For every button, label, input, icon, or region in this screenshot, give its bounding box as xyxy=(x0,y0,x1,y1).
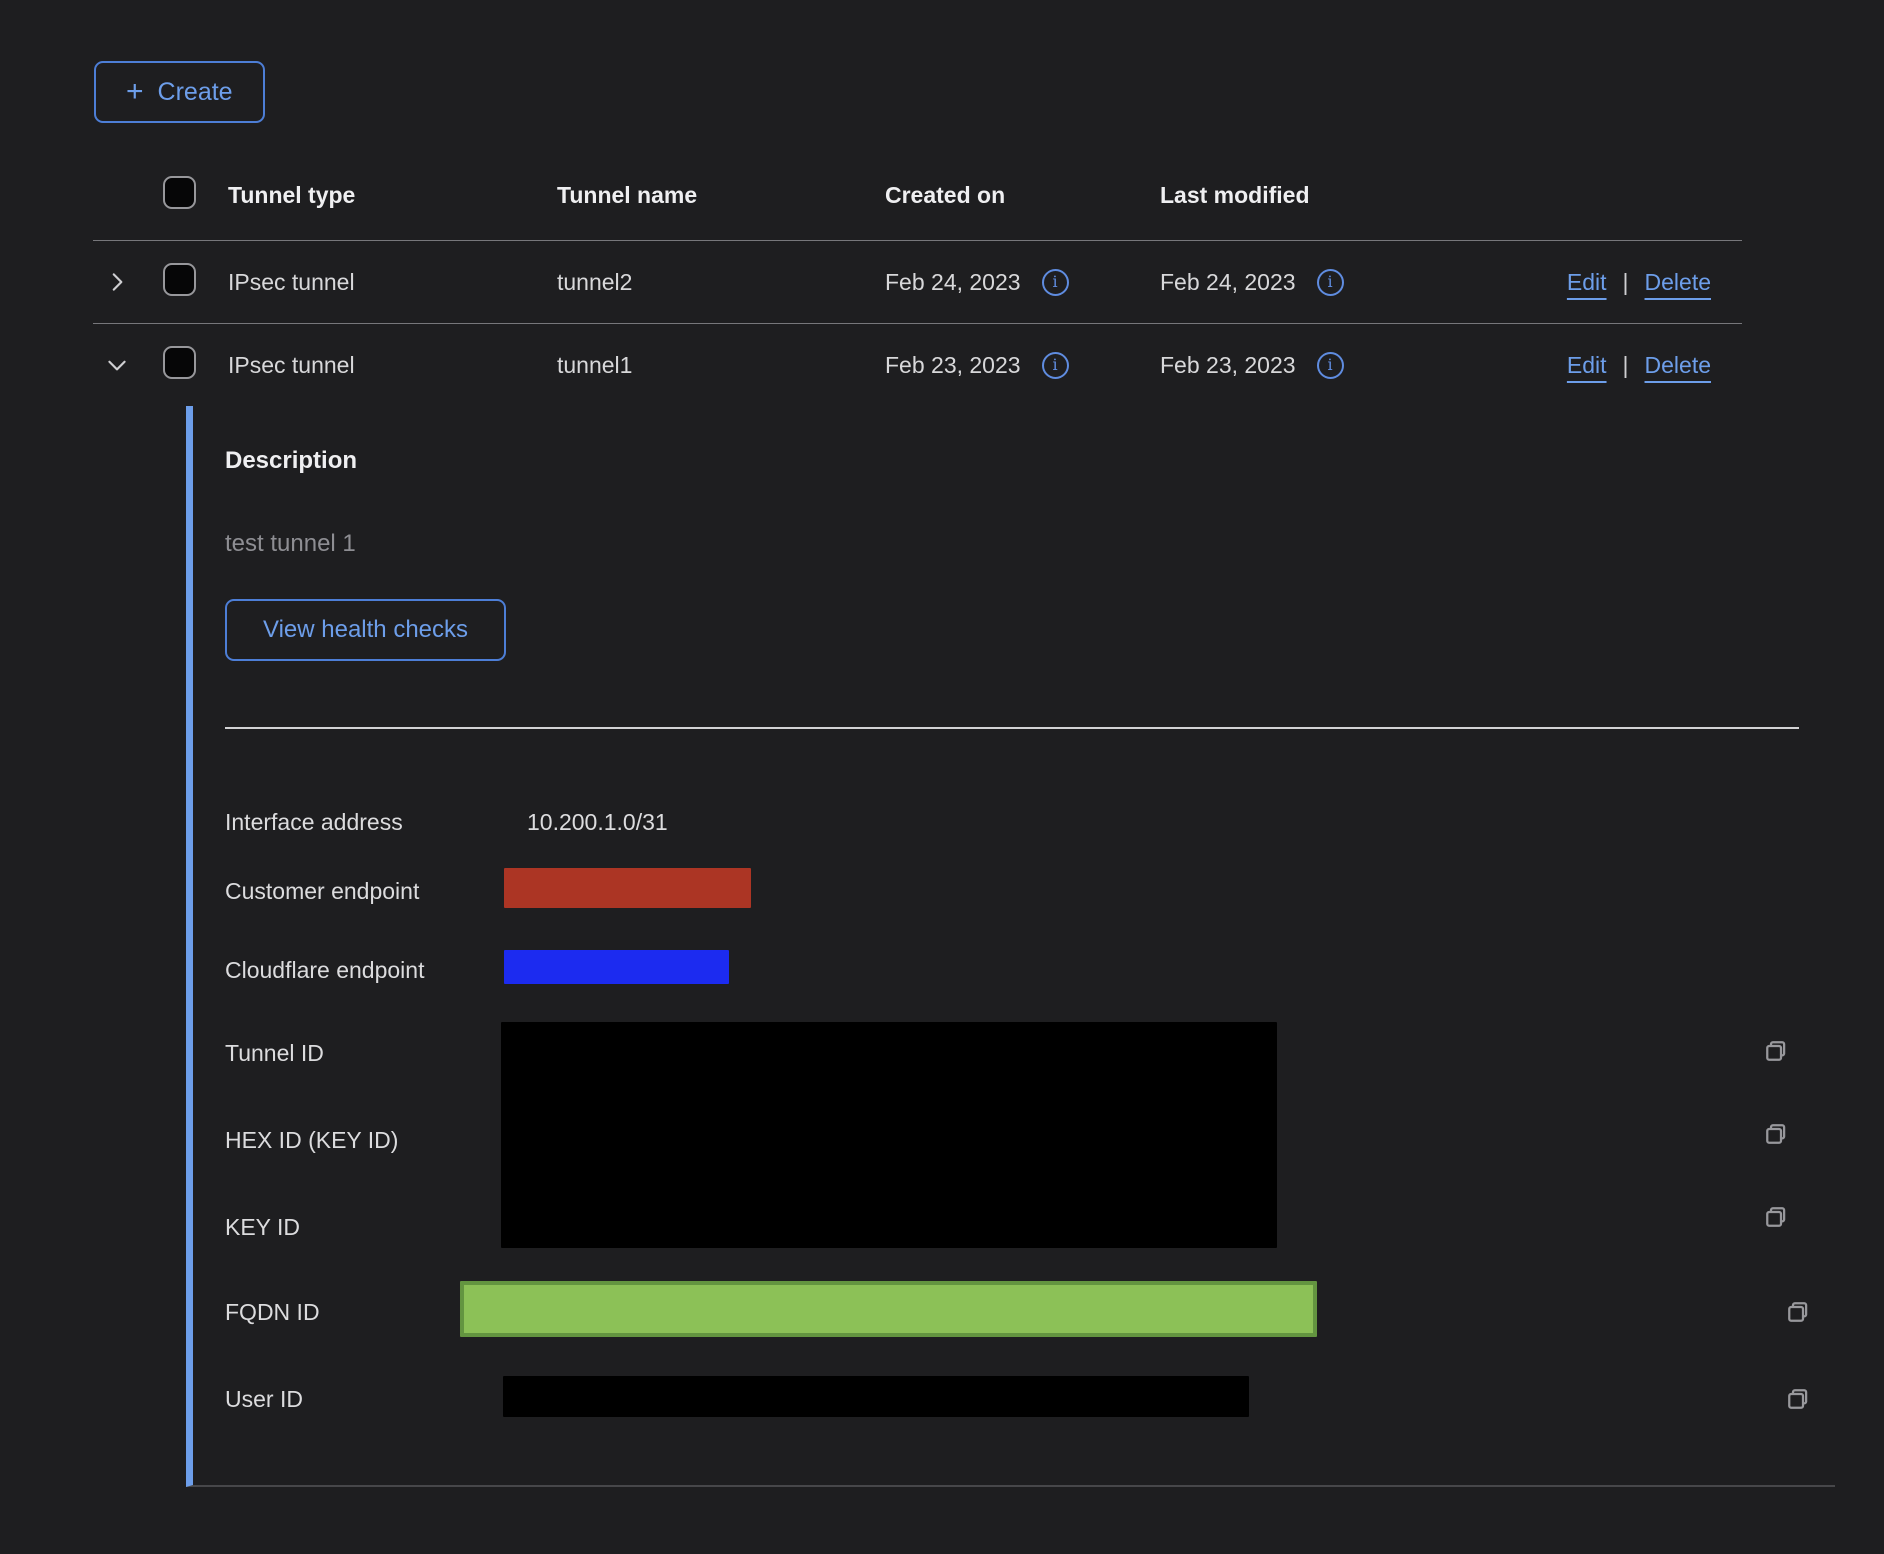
copy-tunnel-id-button[interactable] xyxy=(1761,1036,1791,1066)
detail-row-interface-address: Interface address 10.200.1.0/31 xyxy=(225,799,1835,845)
id-copy-buttons xyxy=(1761,1022,1835,1299)
tunnels-page: + Create Tunnel type Tunnel name Created… xyxy=(0,0,1884,1554)
description-value: test tunnel 1 xyxy=(225,529,1835,559)
customer-endpoint-redaction xyxy=(504,868,751,908)
copy-icon xyxy=(1761,1202,1791,1232)
user-id-label: User ID xyxy=(225,1384,501,1414)
created-on-cell: Feb 23, 2023 i xyxy=(885,352,1160,379)
select-all-checkbox[interactable] xyxy=(163,176,196,209)
tunnel-name-cell: tunnel2 xyxy=(557,269,885,296)
interface-address-label: Interface address xyxy=(225,807,501,837)
id-labels: Tunnel ID HEX ID (KEY ID) KEY ID xyxy=(225,1022,501,1299)
copy-icon xyxy=(1783,1297,1813,1327)
view-health-checks-button[interactable]: View health checks xyxy=(225,599,506,661)
header-tunnel-type: Tunnel type xyxy=(228,182,557,209)
ids-redaction xyxy=(501,1022,1277,1248)
chevron-down-icon xyxy=(104,352,130,378)
created-on-date: Feb 24, 2023 xyxy=(885,269,1021,296)
last-modified-date: Feb 24, 2023 xyxy=(1160,269,1296,296)
info-icon[interactable]: i xyxy=(1317,269,1344,296)
tunnel-type-cell: IPsec tunnel xyxy=(228,352,557,379)
action-separator: | xyxy=(1623,269,1629,296)
copy-key-id-button[interactable] xyxy=(1761,1202,1791,1232)
action-separator: | xyxy=(1623,352,1629,379)
expand-row-button[interactable] xyxy=(93,241,140,323)
copy-fqdn-id-button[interactable] xyxy=(1761,1297,1835,1327)
tunnel-details: Interface address 10.200.1.0/31 Customer… xyxy=(225,799,1835,1417)
interface-address-value: 10.200.1.0/31 xyxy=(501,809,1761,836)
row-actions: Edit | Delete xyxy=(1567,269,1742,296)
cloudflare-endpoint-redaction xyxy=(504,950,729,984)
cloudflare-endpoint-label: Cloudflare endpoint xyxy=(225,955,501,985)
user-id-redaction xyxy=(503,1376,1249,1417)
copy-icon xyxy=(1761,1119,1791,1149)
create-button[interactable]: + Create xyxy=(94,61,265,123)
key-id-label: KEY ID xyxy=(225,1212,501,1242)
created-on-date: Feb 23, 2023 xyxy=(885,352,1021,379)
row-checkbox[interactable] xyxy=(163,346,196,379)
detail-group-ids: Tunnel ID HEX ID (KEY ID) KEY ID xyxy=(225,1022,1835,1248)
header-created-on: Created on xyxy=(885,182,1160,209)
tunnels-table: Tunnel type Tunnel name Created on Last … xyxy=(93,150,1742,1487)
copy-icon xyxy=(1783,1384,1813,1414)
tunnel-type-cell: IPsec tunnel xyxy=(228,269,557,296)
last-modified-date: Feb 23, 2023 xyxy=(1160,352,1296,379)
last-modified-cell: Feb 23, 2023 i xyxy=(1160,352,1472,379)
info-icon[interactable]: i xyxy=(1042,352,1069,379)
copy-hex-id-button[interactable] xyxy=(1761,1119,1791,1149)
detail-row-user-id: User ID xyxy=(225,1376,1835,1417)
last-modified-cell: Feb 24, 2023 i xyxy=(1160,269,1472,296)
description-label: Description xyxy=(225,446,1835,476)
create-button-label: Create xyxy=(158,78,233,107)
table-header-row: Tunnel type Tunnel name Created on Last … xyxy=(93,150,1742,241)
copy-icon xyxy=(1761,1036,1791,1066)
row-checkbox[interactable] xyxy=(163,263,196,296)
detail-row-cloudflare-endpoint: Cloudflare endpoint xyxy=(225,950,1835,989)
info-icon[interactable]: i xyxy=(1042,269,1069,296)
row-actions: Edit | Delete xyxy=(1567,352,1742,379)
section-divider xyxy=(225,727,1799,729)
chevron-right-icon xyxy=(104,269,130,295)
detail-row-customer-endpoint: Customer endpoint xyxy=(225,868,1835,913)
hex-id-label: HEX ID (KEY ID) xyxy=(225,1125,501,1155)
edit-link[interactable]: Edit xyxy=(1567,269,1607,296)
fqdn-id-redaction xyxy=(460,1281,1317,1337)
customer-endpoint-label: Customer endpoint xyxy=(225,876,501,906)
header-tunnel-name: Tunnel name xyxy=(557,182,885,209)
header-last-modified: Last modified xyxy=(1160,182,1472,209)
copy-user-id-button[interactable] xyxy=(1761,1384,1835,1414)
table-row-tunnel1: IPsec tunnel tunnel1 Feb 23, 2023 i Feb … xyxy=(93,324,1742,406)
plus-icon: + xyxy=(126,77,144,107)
tunnel-name-cell: tunnel1 xyxy=(557,352,885,379)
delete-link[interactable]: Delete xyxy=(1645,269,1711,296)
created-on-cell: Feb 24, 2023 i xyxy=(885,269,1160,296)
table-row-tunnel2: IPsec tunnel tunnel2 Feb 24, 2023 i Feb … xyxy=(93,241,1742,324)
edit-link[interactable]: Edit xyxy=(1567,352,1607,379)
tunnel-id-label: Tunnel ID xyxy=(225,1038,501,1068)
info-icon[interactable]: i xyxy=(1317,352,1344,379)
detail-row-fqdn-id: FQDN ID xyxy=(225,1281,1835,1337)
delete-link[interactable]: Delete xyxy=(1645,352,1711,379)
collapse-row-button[interactable] xyxy=(93,324,140,406)
expanded-tunnel-panel: Description test tunnel 1 View health ch… xyxy=(186,406,1835,1487)
